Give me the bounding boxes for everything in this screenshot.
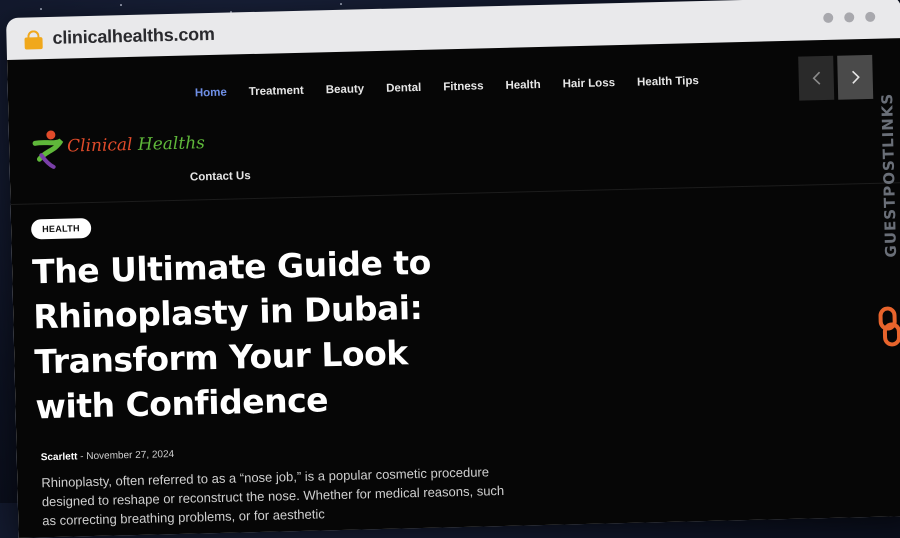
lock-icon xyxy=(24,30,43,50)
category-badge[interactable]: HEALTH xyxy=(30,217,92,240)
slider-controls xyxy=(798,54,874,101)
meta-separator: - xyxy=(80,451,84,463)
nav-item-treatment[interactable]: Treatment xyxy=(238,84,315,98)
window-dot-icon[interactable] xyxy=(844,12,855,23)
header-divider xyxy=(10,182,900,205)
article-date: November 27, 2024 xyxy=(86,449,175,463)
slider-prev-button[interactable] xyxy=(798,55,835,101)
chevron-left-icon xyxy=(812,71,820,85)
nav-item-contact-us[interactable]: Contact Us xyxy=(190,170,251,183)
nav-item-home[interactable]: Home xyxy=(184,86,238,100)
secondary-nav-row: Contact Us xyxy=(190,166,251,185)
logo-text: Clinical Healths xyxy=(66,133,206,157)
nav-item-hair-loss[interactable]: Hair Loss xyxy=(552,77,627,91)
watermark: GUESTPOSTLINKS xyxy=(869,78,900,347)
watermark-text: GUESTPOSTLINKS xyxy=(878,92,900,258)
article-excerpt: Rhinoplasty, often referred to as a “nos… xyxy=(41,464,505,529)
article-author[interactable]: Scarlett xyxy=(41,451,78,463)
window-dot-icon[interactable] xyxy=(865,11,876,23)
window-dot-icon[interactable] xyxy=(823,12,834,24)
nav-item-health[interactable]: Health xyxy=(494,79,551,92)
browser-window: clinicalhealths.com Home Treatment Beaut… xyxy=(6,0,900,538)
logo-figure-icon xyxy=(32,130,64,169)
web-page: Home Treatment Beauty Dental Fitness Hea… xyxy=(7,38,900,538)
chain-link-icon xyxy=(878,306,900,347)
address-bar-url[interactable]: clinicalhealths.com xyxy=(52,24,215,49)
main-nav: Home Treatment Beauty Dental Fitness Hea… xyxy=(184,75,710,100)
article-meta: Scarlett - November 27, 2024 xyxy=(41,449,175,463)
window-controls xyxy=(823,11,876,24)
article-title[interactable]: The Ultimate Guide to Rhinoplasty in Dub… xyxy=(32,238,496,429)
slider-next-button[interactable] xyxy=(837,54,874,100)
nav-item-dental[interactable]: Dental xyxy=(375,82,432,95)
nav-item-beauty[interactable]: Beauty xyxy=(315,83,376,96)
chevron-right-icon xyxy=(851,70,860,84)
site-logo[interactable]: Clinical Healths xyxy=(31,125,206,169)
nav-item-health-tips[interactable]: Health Tips xyxy=(626,75,710,89)
nav-item-fitness[interactable]: Fitness xyxy=(432,80,495,94)
